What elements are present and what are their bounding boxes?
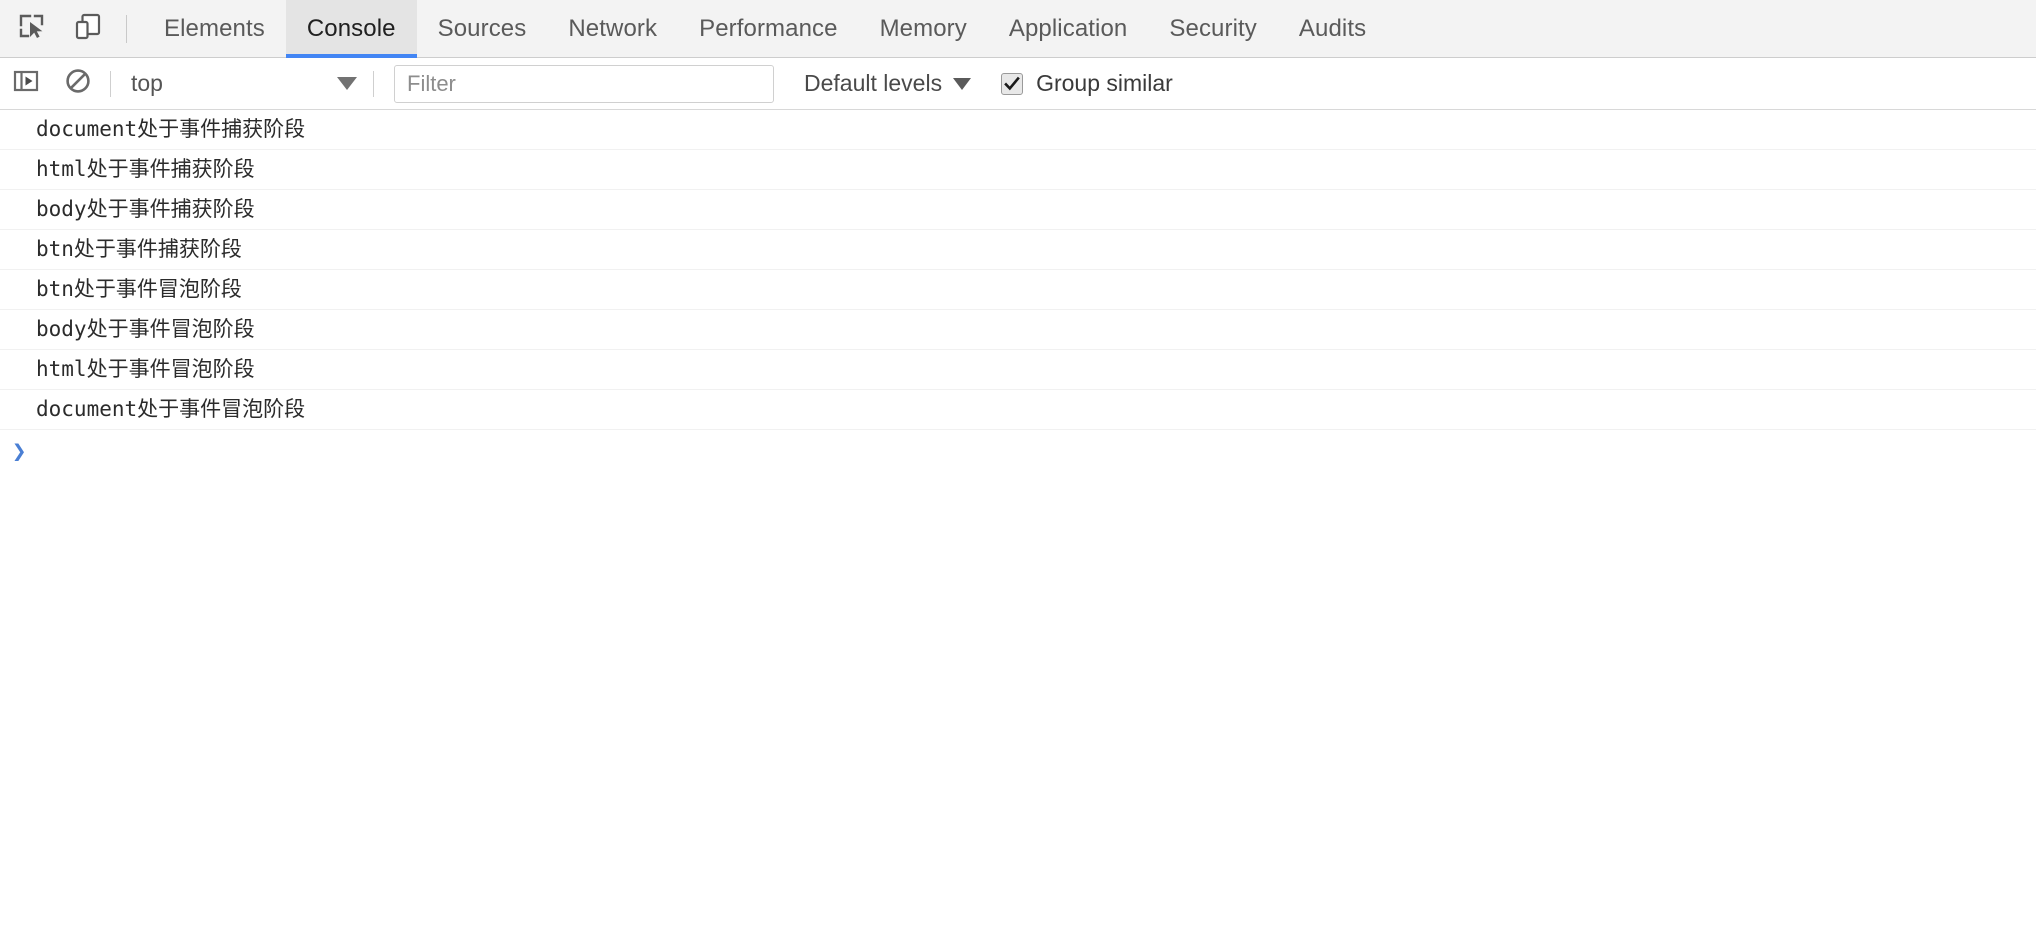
tab-label: Performance	[699, 15, 838, 43]
group-similar-toggle[interactable]: Group similar	[1001, 64, 1173, 104]
group-similar-label: Group similar	[1036, 70, 1173, 97]
console-message-text: document处于事件捕获阶段	[36, 119, 305, 140]
inspect-cursor-icon	[17, 11, 47, 46]
console-prompt-input[interactable]	[26, 430, 2036, 472]
devtools-tab-bar: Elements Console Sources Network Perform…	[0, 0, 2036, 58]
tab-label: Security	[1169, 15, 1257, 43]
tab-console[interactable]: Console	[286, 0, 417, 58]
console-message-text: html处于事件冒泡阶段	[36, 359, 255, 380]
tab-label: Audits	[1299, 15, 1366, 43]
console-message-row[interactable]: body处于事件捕获阶段	[0, 190, 2036, 230]
console-message-row[interactable]: document处于事件捕获阶段	[0, 110, 2036, 150]
tab-application[interactable]: Application	[988, 0, 1149, 58]
execution-context-label: top	[131, 70, 325, 97]
toolbar-divider	[373, 71, 374, 97]
console-message-row[interactable]: body处于事件冒泡阶段	[0, 310, 2036, 350]
tabbar-divider	[126, 15, 127, 43]
tab-elements[interactable]: Elements	[143, 0, 286, 58]
console-message-text: body处于事件捕获阶段	[36, 199, 255, 220]
console-message-row[interactable]: btn处于事件冒泡阶段	[0, 270, 2036, 310]
tab-memory[interactable]: Memory	[859, 0, 988, 58]
tab-label: Memory	[880, 15, 967, 43]
tab-label: Application	[1009, 15, 1128, 43]
prompt-chevron-icon: ❯	[12, 439, 26, 463]
tab-security[interactable]: Security	[1148, 0, 1278, 58]
tab-label: Network	[568, 15, 657, 43]
console-message-text: document处于事件冒泡阶段	[36, 399, 305, 420]
toolbar-divider	[110, 71, 111, 97]
checkmark-icon	[1003, 75, 1021, 93]
tab-label: Console	[307, 15, 396, 43]
tab-network[interactable]: Network	[547, 0, 678, 58]
console-message-row[interactable]: document处于事件冒泡阶段	[0, 390, 2036, 430]
console-sidebar-toggle-button[interactable]	[0, 58, 52, 110]
console-message-row[interactable]: html处于事件冒泡阶段	[0, 350, 2036, 390]
console-message-text: btn处于事件冒泡阶段	[36, 279, 242, 300]
tab-label: Sources	[438, 15, 527, 43]
console-sidebar-toggle-icon	[12, 67, 40, 100]
chevron-down-icon	[337, 77, 357, 90]
tab-audits[interactable]: Audits	[1278, 0, 1387, 58]
console-message-row[interactable]: btn处于事件捕获阶段	[0, 230, 2036, 270]
tab-sources[interactable]: Sources	[417, 0, 548, 58]
console-prompt-row[interactable]: ❯	[0, 430, 2036, 472]
clear-console-icon	[64, 67, 92, 100]
log-levels-selector[interactable]: Default levels	[800, 64, 975, 104]
filter-input[interactable]	[394, 65, 774, 103]
toggle-device-toolbar-button[interactable]	[60, 0, 116, 58]
tab-performance[interactable]: Performance	[678, 0, 859, 58]
chevron-down-icon	[953, 78, 971, 90]
inspect-element-button[interactable]	[4, 0, 60, 58]
console-toolbar: top Default levels Group similar	[0, 58, 2036, 110]
console-message-text: btn处于事件捕获阶段	[36, 239, 242, 260]
log-levels-label: Default levels	[804, 70, 942, 97]
execution-context-selector[interactable]: top	[117, 64, 367, 104]
clear-console-button[interactable]	[52, 58, 104, 110]
device-toolbar-icon	[73, 11, 103, 46]
console-message-text: html处于事件捕获阶段	[36, 159, 255, 180]
group-similar-checkbox[interactable]	[1001, 73, 1023, 95]
console-message-row[interactable]: html处于事件捕获阶段	[0, 150, 2036, 190]
console-message-text: body处于事件冒泡阶段	[36, 319, 255, 340]
console-message-list[interactable]: document处于事件捕获阶段 html处于事件捕获阶段 body处于事件捕获…	[0, 110, 2036, 934]
tab-label: Elements	[164, 15, 265, 43]
